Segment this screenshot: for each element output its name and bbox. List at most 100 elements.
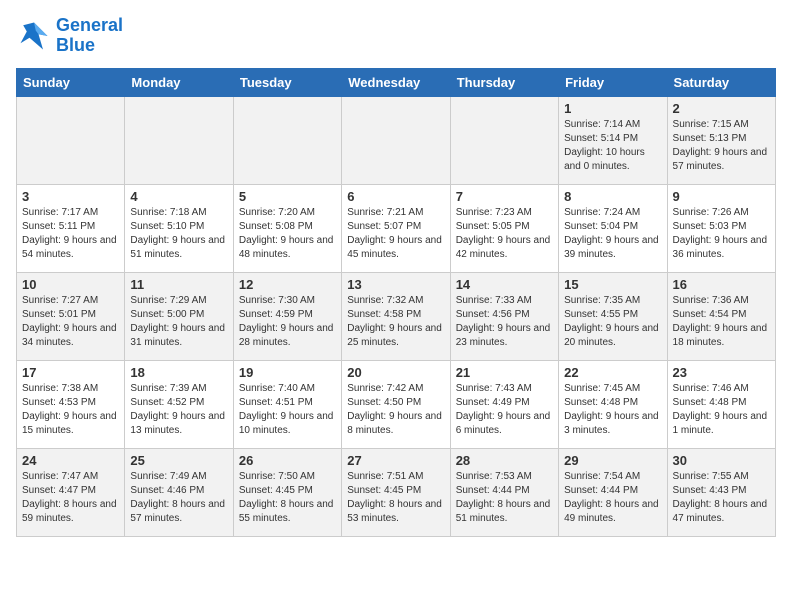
day-info: Sunrise: 7:35 AM Sunset: 4:55 PM Dayligh… <box>564 294 661 350</box>
day-info: Sunrise: 7:43 AM Sunset: 4:49 PM Dayligh… <box>456 382 553 438</box>
day-info: Sunrise: 7:36 AM Sunset: 4:54 PM Dayligh… <box>673 294 770 350</box>
calendar-cell: 23 Sunrise: 7:46 AM Sunset: 4:48 PM Dayli… <box>667 360 775 448</box>
day-number: 7 <box>456 189 553 204</box>
day-header-tuesday: Tuesday <box>233 68 341 96</box>
day-info: Sunrise: 7:49 AM Sunset: 4:46 PM Dayligh… <box>130 470 227 526</box>
day-info: Sunrise: 7:32 AM Sunset: 4:58 PM Dayligh… <box>347 294 444 350</box>
calendar-week-3: 10 Sunrise: 7:27 AM Sunset: 5:01 PM Dayli… <box>17 272 776 360</box>
calendar-cell: 4Sunrise: 7:18 AM Sunset: 5:10 PM Daylig… <box>125 184 233 272</box>
calendar-cell: 8 Sunrise: 7:24 AM Sunset: 5:04 PM Daylig… <box>559 184 667 272</box>
calendar-cell: 7 Sunrise: 7:23 AM Sunset: 5:05 PM Daylig… <box>450 184 558 272</box>
calendar-cell: 18Sunrise: 7:39 AM Sunset: 4:52 PM Dayli… <box>125 360 233 448</box>
day-number: 14 <box>456 277 553 292</box>
day-number: 25 <box>130 453 227 468</box>
day-number: 30 <box>673 453 770 468</box>
day-info: Sunrise: 7:39 AM Sunset: 4:52 PM Dayligh… <box>130 382 227 438</box>
calendar-table: SundayMondayTuesdayWednesdayThursdayFrid… <box>16 68 776 537</box>
day-number: 5 <box>239 189 336 204</box>
calendar-cell <box>17 96 125 184</box>
day-number: 23 <box>673 365 770 380</box>
day-number: 15 <box>564 277 661 292</box>
day-number: 27 <box>347 453 444 468</box>
calendar-cell <box>342 96 450 184</box>
calendar-week-2: 3 Sunrise: 7:17 AM Sunset: 5:11 PM Daylig… <box>17 184 776 272</box>
logo-text: General Blue <box>56 16 123 56</box>
calendar-cell: 15 Sunrise: 7:35 AM Sunset: 4:55 PM Dayli… <box>559 272 667 360</box>
day-info: Sunrise: 7:47 AM Sunset: 4:47 PM Dayligh… <box>22 470 119 526</box>
day-number: 19 <box>239 365 336 380</box>
day-number: 22 <box>564 365 661 380</box>
calendar-week-5: 24Sunrise: 7:47 AM Sunset: 4:47 PM Dayli… <box>17 448 776 536</box>
day-info: Sunrise: 7:17 AM Sunset: 5:11 PM Dayligh… <box>22 206 119 262</box>
day-info: Sunrise: 7:30 AM Sunset: 4:59 PM Dayligh… <box>239 294 336 350</box>
day-info: Sunrise: 7:40 AM Sunset: 4:51 PM Dayligh… <box>239 382 336 438</box>
day-info: Sunrise: 7:20 AM Sunset: 5:08 PM Dayligh… <box>239 206 336 262</box>
day-info: Sunrise: 7:53 AM Sunset: 4:44 PM Dayligh… <box>456 470 553 526</box>
calendar-week-4: 17 Sunrise: 7:38 AM Sunset: 4:53 PM Dayli… <box>17 360 776 448</box>
calendar-cell: 26 Sunrise: 7:50 AM Sunset: 4:45 PM Dayli… <box>233 448 341 536</box>
day-header-row: SundayMondayTuesdayWednesdayThursdayFrid… <box>17 68 776 96</box>
day-info: Sunrise: 7:51 AM Sunset: 4:45 PM Dayligh… <box>347 470 444 526</box>
day-info: Sunrise: 7:15 AM Sunset: 5:13 PM Dayligh… <box>673 118 770 174</box>
day-number: 17 <box>22 365 119 380</box>
day-info: Sunrise: 7:46 AM Sunset: 4:48 PM Dayligh… <box>673 382 770 438</box>
day-number: 29 <box>564 453 661 468</box>
day-number: 1 <box>564 101 661 116</box>
calendar-cell: 5 Sunrise: 7:20 AM Sunset: 5:08 PM Daylig… <box>233 184 341 272</box>
day-header-monday: Monday <box>125 68 233 96</box>
calendar-cell: 24Sunrise: 7:47 AM Sunset: 4:47 PM Dayli… <box>17 448 125 536</box>
day-info: Sunrise: 7:27 AM Sunset: 5:01 PM Dayligh… <box>22 294 119 350</box>
calendar-cell: 16 Sunrise: 7:36 AM Sunset: 4:54 PM Dayli… <box>667 272 775 360</box>
day-header-sunday: Sunday <box>17 68 125 96</box>
calendar-cell: 10 Sunrise: 7:27 AM Sunset: 5:01 PM Dayli… <box>17 272 125 360</box>
day-header-wednesday: Wednesday <box>342 68 450 96</box>
calendar-body: 1Sunrise: 7:14 AM Sunset: 5:14 PM Daylig… <box>17 96 776 536</box>
day-number: 8 <box>564 189 661 204</box>
calendar-cell: 29Sunrise: 7:54 AM Sunset: 4:44 PM Dayli… <box>559 448 667 536</box>
day-info: Sunrise: 7:50 AM Sunset: 4:45 PM Dayligh… <box>239 470 336 526</box>
logo-line1: General <box>56 15 123 35</box>
calendar-cell: 19 Sunrise: 7:40 AM Sunset: 4:51 PM Dayli… <box>233 360 341 448</box>
calendar-cell: 20Sunrise: 7:42 AM Sunset: 4:50 PM Dayli… <box>342 360 450 448</box>
calendar-cell: 30Sunrise: 7:55 AM Sunset: 4:43 PM Dayli… <box>667 448 775 536</box>
day-number: 11 <box>130 277 227 292</box>
day-info: Sunrise: 7:24 AM Sunset: 5:04 PM Dayligh… <box>564 206 661 262</box>
calendar-cell: 21 Sunrise: 7:43 AM Sunset: 4:49 PM Dayli… <box>450 360 558 448</box>
calendar-cell: 25 Sunrise: 7:49 AM Sunset: 4:46 PM Dayli… <box>125 448 233 536</box>
day-number: 6 <box>347 189 444 204</box>
day-header-friday: Friday <box>559 68 667 96</box>
day-number: 26 <box>239 453 336 468</box>
day-info: Sunrise: 7:42 AM Sunset: 4:50 PM Dayligh… <box>347 382 444 438</box>
day-info: Sunrise: 7:23 AM Sunset: 5:05 PM Dayligh… <box>456 206 553 262</box>
day-info: Sunrise: 7:21 AM Sunset: 5:07 PM Dayligh… <box>347 206 444 262</box>
calendar-cell <box>233 96 341 184</box>
day-number: 13 <box>347 277 444 292</box>
calendar-cell: 1Sunrise: 7:14 AM Sunset: 5:14 PM Daylig… <box>559 96 667 184</box>
logo: General Blue <box>16 16 123 56</box>
calendar-cell: 22 Sunrise: 7:45 AM Sunset: 4:48 PM Dayli… <box>559 360 667 448</box>
day-header-saturday: Saturday <box>667 68 775 96</box>
calendar-week-1: 1Sunrise: 7:14 AM Sunset: 5:14 PM Daylig… <box>17 96 776 184</box>
calendar-cell: 12Sunrise: 7:30 AM Sunset: 4:59 PM Dayli… <box>233 272 341 360</box>
logo-line2: Blue <box>56 35 95 55</box>
calendar-cell: 3 Sunrise: 7:17 AM Sunset: 5:11 PM Daylig… <box>17 184 125 272</box>
calendar-cell: 9Sunrise: 7:26 AM Sunset: 5:03 PM Daylig… <box>667 184 775 272</box>
day-info: Sunrise: 7:38 AM Sunset: 4:53 PM Dayligh… <box>22 382 119 438</box>
day-info: Sunrise: 7:26 AM Sunset: 5:03 PM Dayligh… <box>673 206 770 262</box>
day-number: 4 <box>130 189 227 204</box>
day-number: 21 <box>456 365 553 380</box>
day-info: Sunrise: 7:45 AM Sunset: 4:48 PM Dayligh… <box>564 382 661 438</box>
day-info: Sunrise: 7:29 AM Sunset: 5:00 PM Dayligh… <box>130 294 227 350</box>
day-number: 3 <box>22 189 119 204</box>
day-header-thursday: Thursday <box>450 68 558 96</box>
logo-icon <box>16 18 52 54</box>
calendar-cell <box>125 96 233 184</box>
day-number: 10 <box>22 277 119 292</box>
page-header: General Blue <box>16 16 776 56</box>
day-number: 28 <box>456 453 553 468</box>
calendar-cell: 17 Sunrise: 7:38 AM Sunset: 4:53 PM Dayli… <box>17 360 125 448</box>
calendar-cell <box>450 96 558 184</box>
calendar-cell: 14Sunrise: 7:33 AM Sunset: 4:56 PM Dayli… <box>450 272 558 360</box>
day-number: 16 <box>673 277 770 292</box>
calendar-cell: 28 Sunrise: 7:53 AM Sunset: 4:44 PM Dayli… <box>450 448 558 536</box>
